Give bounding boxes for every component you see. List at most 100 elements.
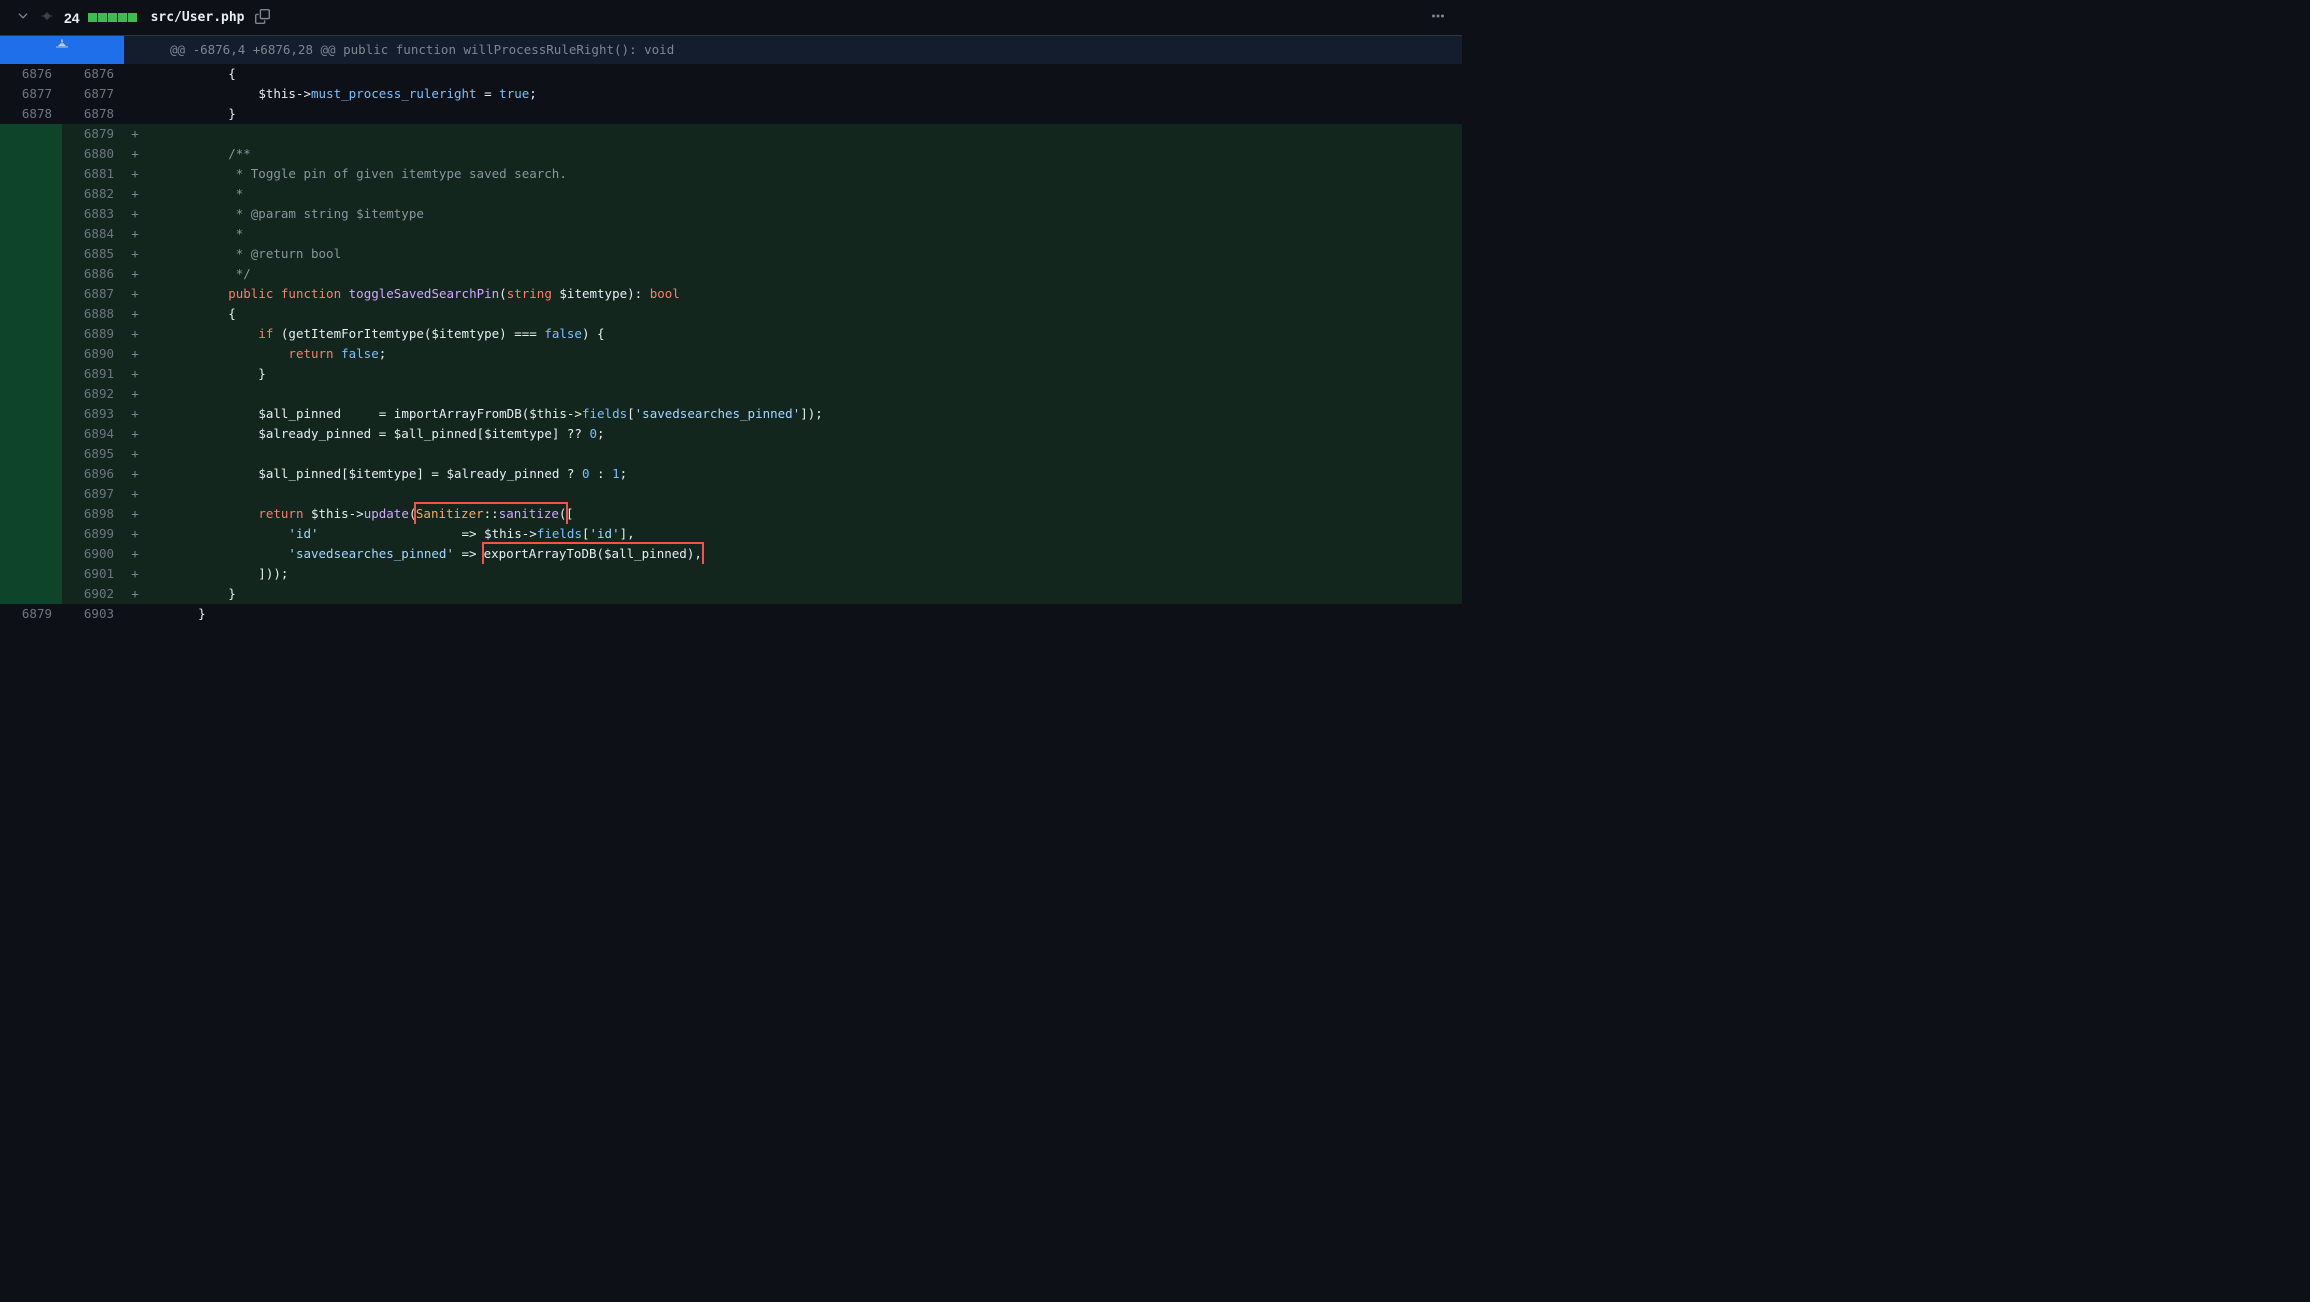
diff-marker: + [124, 344, 146, 364]
line-number-new[interactable]: 6901 [62, 564, 124, 584]
chevron-down-icon[interactable] [16, 9, 30, 26]
code-content: */ [146, 264, 1462, 284]
line-number-old[interactable] [0, 504, 62, 524]
line-number-old[interactable]: 6878 [0, 104, 62, 124]
line-number-new[interactable]: 6898 [62, 504, 124, 524]
line-number-old[interactable] [0, 324, 62, 344]
line-number-new[interactable]: 6884 [62, 224, 124, 244]
diff-marker: + [124, 484, 146, 504]
diff-marker: + [124, 444, 146, 464]
diff-marker: + [124, 264, 146, 284]
line-number-old[interactable] [0, 544, 62, 564]
line-number-new[interactable]: 6895 [62, 444, 124, 464]
line-number-new[interactable]: 6886 [62, 264, 124, 284]
diff-marker: + [124, 244, 146, 264]
line-number-new[interactable]: 6900 [62, 544, 124, 564]
line-number-old[interactable] [0, 164, 62, 184]
line-number-old[interactable] [0, 564, 62, 584]
line-number-new[interactable]: 6897 [62, 484, 124, 504]
line-number-old[interactable] [0, 484, 62, 504]
diff-marker: + [124, 404, 146, 424]
diff-marker: + [124, 284, 146, 304]
file-path[interactable]: src/User.php [151, 10, 245, 25]
code-content: $this->must_process_ruleright = true; [146, 84, 1462, 104]
file-header: 24 src/User.php [0, 0, 1462, 36]
line-number-new[interactable]: 6890 [62, 344, 124, 364]
line-number-old[interactable] [0, 184, 62, 204]
diff-marker: + [124, 504, 146, 524]
highlight-annotation: exportArrayToDB($all_pinned), [482, 542, 704, 566]
line-number-new[interactable]: 6899 [62, 524, 124, 544]
line-number-old[interactable] [0, 344, 62, 364]
line-number-new[interactable]: 6877 [62, 84, 124, 104]
line-number-old[interactable] [0, 364, 62, 384]
kebab-menu-icon[interactable] [1430, 8, 1446, 27]
diff-marker: + [124, 144, 146, 164]
line-number-old[interactable] [0, 264, 62, 284]
line-number-new[interactable]: 6883 [62, 204, 124, 224]
diff-marker: + [124, 384, 146, 404]
code-line: 6888+ { [0, 304, 1462, 324]
change-count: 24 [64, 10, 80, 26]
line-number-old[interactable] [0, 124, 62, 144]
code-content: { [146, 64, 1462, 84]
line-number-new[interactable]: 6882 [62, 184, 124, 204]
line-number-old[interactable] [0, 524, 62, 544]
code-content: } [146, 584, 1462, 604]
code-line: 6901+ ])); [0, 564, 1462, 584]
line-number-old[interactable] [0, 424, 62, 444]
code-line: 68766876 { [0, 64, 1462, 84]
expand-hunk-button[interactable] [0, 36, 124, 64]
line-number-old[interactable]: 6879 [0, 604, 62, 624]
code-line: 6879+ [0, 124, 1462, 144]
diff-marker: + [124, 124, 146, 144]
code-line: 68786878 } [0, 104, 1462, 124]
code-line: 6896+ $all_pinned[$itemtype] = $already_… [0, 464, 1462, 484]
line-number-new[interactable]: 6892 [62, 384, 124, 404]
code-line: 6890+ return false; [0, 344, 1462, 364]
line-number-new[interactable]: 6888 [62, 304, 124, 324]
line-number-old[interactable] [0, 304, 62, 324]
code-content [146, 124, 1462, 144]
expand-all-icon[interactable] [40, 9, 54, 26]
code-content: } [146, 104, 1462, 124]
line-number-new[interactable]: 6880 [62, 144, 124, 164]
line-number-old[interactable] [0, 224, 62, 244]
line-number-old[interactable] [0, 244, 62, 264]
line-number-new[interactable]: 6885 [62, 244, 124, 264]
line-number-old[interactable] [0, 204, 62, 224]
line-number-old[interactable] [0, 584, 62, 604]
code-line: 6894+ $already_pinned = $all_pinned[$ite… [0, 424, 1462, 444]
line-number-old[interactable] [0, 444, 62, 464]
line-number-new[interactable]: 6876 [62, 64, 124, 84]
diff-marker: + [124, 304, 146, 324]
line-number-old[interactable] [0, 284, 62, 304]
line-number-old[interactable] [0, 404, 62, 424]
code-line: 6885+ * @return bool [0, 244, 1462, 264]
code-content: if (getItemForItemtype($itemtype) === fa… [146, 324, 1462, 344]
diff-marker [124, 604, 146, 624]
line-number-new[interactable]: 6893 [62, 404, 124, 424]
line-number-new[interactable]: 6887 [62, 284, 124, 304]
code-line: 6884+ * [0, 224, 1462, 244]
line-number-old[interactable]: 6876 [0, 64, 62, 84]
line-number-new[interactable]: 6881 [62, 164, 124, 184]
line-number-new[interactable]: 6894 [62, 424, 124, 444]
code-line: 6899+ 'id' => $this->fields['id'], [0, 524, 1462, 544]
diff-marker: + [124, 584, 146, 604]
code-content: * [146, 224, 1462, 244]
line-number-old[interactable] [0, 464, 62, 484]
line-number-new[interactable]: 6902 [62, 584, 124, 604]
line-number-new[interactable]: 6891 [62, 364, 124, 384]
line-number-old[interactable] [0, 384, 62, 404]
line-number-old[interactable]: 6877 [0, 84, 62, 104]
code-line: 6882+ * [0, 184, 1462, 204]
line-number-new[interactable]: 6889 [62, 324, 124, 344]
line-number-new[interactable]: 6896 [62, 464, 124, 484]
line-number-new[interactable]: 6903 [62, 604, 124, 624]
line-number-new[interactable]: 6879 [62, 124, 124, 144]
line-number-old[interactable] [0, 144, 62, 164]
line-number-new[interactable]: 6878 [62, 104, 124, 124]
code-line: 6889+ if (getItemForItemtype($itemtype) … [0, 324, 1462, 344]
copy-icon[interactable] [255, 9, 270, 27]
